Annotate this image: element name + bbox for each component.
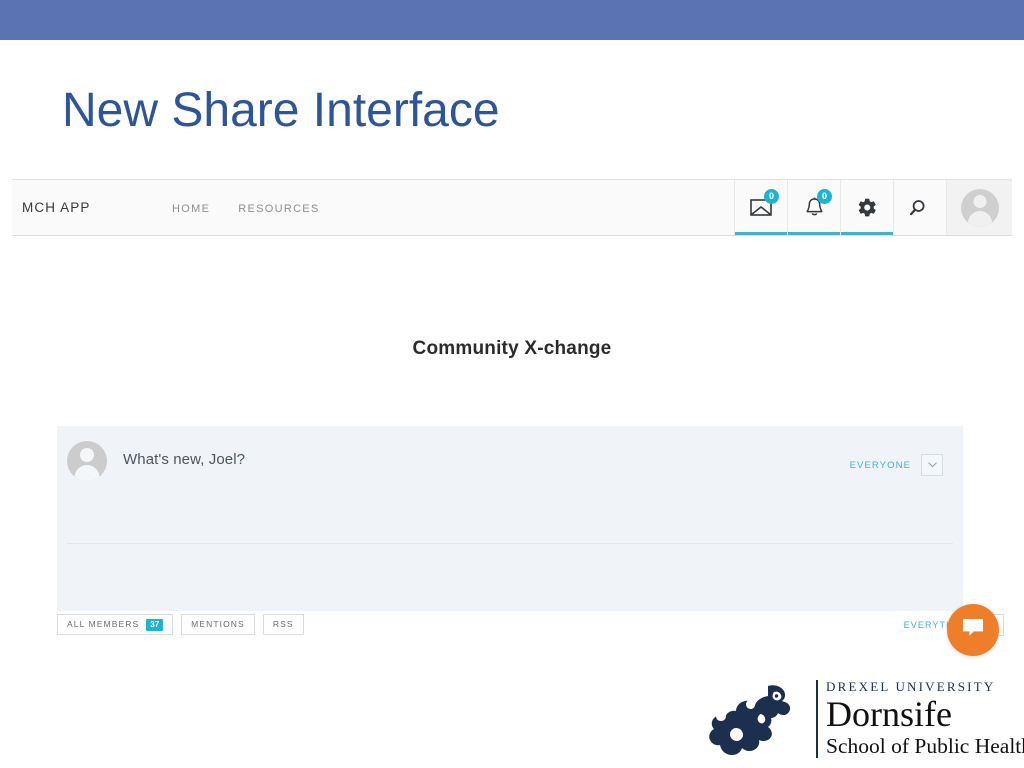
slide-top-banner [0,0,1024,40]
logo-university-line: DREXEL UNIVERSITY [826,679,996,694]
nav-mail-button[interactable]: 0 [734,180,787,235]
nav-search-button[interactable] [893,180,946,235]
page-title: Community X-change [412,338,612,359]
share-privacy-label: EVERYONE [849,459,911,471]
share-composer-row: What's new, Joel? EVERYONE [57,426,963,543]
filter-mentions-button[interactable]: MENTIONS [181,614,255,635]
filter-all-members-button[interactable]: ALL MEMBERS 37 [57,614,174,635]
drexel-dornsife-logo: DREXEL UNIVERSITY Dornsife School of Pub… [706,676,1024,762]
filter-mentions-label: MENTIONS [191,619,245,630]
filter-rss-button[interactable]: RSS [262,614,304,635]
composer-divider [67,543,953,544]
nav-link-resources[interactable]: RESOURCES [238,203,319,215]
nav-icon-group: 0 0 [734,180,1012,235]
slide-title: New Share Interface [62,84,500,137]
filter-all-members-count: 37 [146,618,164,631]
nav-notifications-button[interactable]: 0 [787,180,840,235]
search-icon [910,198,930,218]
logo-school-line: School of Public Health [826,734,1024,758]
share-composer: What's new, Joel? EVERYONE [57,426,963,611]
settings-gear-icon [857,197,878,218]
app-brand[interactable]: MCH APP [22,200,90,215]
activity-filter-tabs: ALL MEMBERS 37 MENTIONS RSS [57,614,304,635]
share-input[interactable]: What's new, Joel? [123,451,245,468]
app-navbar: MCH APP HOME RESOURCES 0 0 [12,179,1012,236]
share-privacy-control: EVERYONE [850,454,943,476]
logo-divider [816,680,818,758]
primary-nav: HOME RESOURCES [172,203,320,215]
filter-all-members-label: ALL MEMBERS [67,619,140,630]
drexel-dragon-icon [706,682,810,760]
composer-avatar [67,441,107,481]
logo-wordmark: DREXEL UNIVERSITY Dornsife School of Pub… [826,676,1024,758]
mail-unread-badge: 0 [764,189,779,204]
chat-bubble-icon [962,618,984,643]
chat-fab-button[interactable] [947,604,999,656]
chevron-down-icon[interactable] [921,454,943,476]
notifications-unread-badge: 0 [817,189,832,204]
nav-user-menu[interactable] [946,180,1012,235]
filter-rss-label: RSS [272,619,294,630]
nav-settings-button[interactable] [840,180,893,235]
logo-dornsife-line: Dornsife [826,694,952,734]
avatar [960,188,999,227]
nav-link-home[interactable]: HOME [172,203,210,215]
